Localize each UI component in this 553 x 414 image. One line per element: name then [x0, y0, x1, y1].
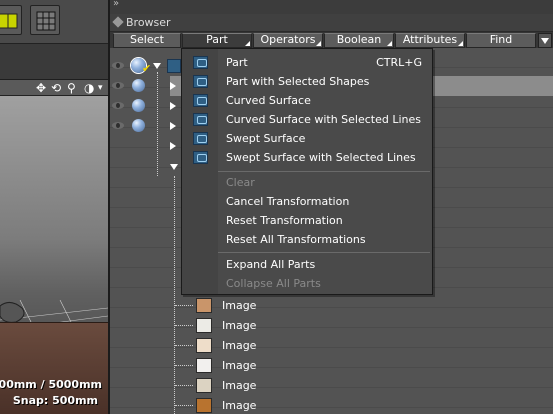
image-row[interactable]: Image: [170, 356, 553, 375]
menu-attributes[interactable]: Attributes: [395, 33, 465, 48]
menu-item-swept-surface[interactable]: Swept Surface: [182, 129, 432, 148]
shading-icon[interactable]: ◑: [84, 81, 94, 95]
menu-operators[interactable]: Operators: [253, 33, 323, 48]
triangle-down-icon: [541, 38, 549, 44]
single-view-icon: [0, 13, 18, 29]
image-row[interactable]: Image: [170, 396, 553, 414]
menu-item-part[interactable]: Part CTRL+G: [182, 53, 432, 72]
sphere-icon[interactable]: [132, 119, 145, 132]
curved-surface-icon: [193, 94, 208, 107]
grip-icon: »: [113, 0, 119, 9]
expand-open-icon[interactable]: [153, 63, 161, 69]
menu-select[interactable]: Select: [113, 33, 181, 48]
image-label: Image: [222, 319, 257, 332]
expand-open-icon[interactable]: [170, 164, 178, 170]
image-swatch: [196, 378, 212, 393]
viewport-subbar: [0, 44, 108, 80]
3d-viewport[interactable]: ✥ ⟲ ⚲ ◑ ▾ 1000mm / 5000mm Snap: 500mm: [0, 0, 108, 414]
snap-readout: Snap: 500mm: [12, 394, 98, 407]
menu-item-reset-transformation[interactable]: Reset Transformation: [182, 211, 432, 230]
swept-surface-icon: [193, 132, 208, 145]
eye-icon[interactable]: [112, 102, 124, 109]
image-label: Image: [222, 299, 257, 312]
image-row[interactable]: Image: [170, 336, 553, 355]
shortcut-label: CTRL+G: [376, 56, 422, 69]
image-swatch: [196, 318, 212, 333]
image-row[interactable]: Image: [170, 376, 553, 395]
image-label: Image: [222, 379, 257, 392]
image-label: Image: [222, 359, 257, 372]
menu-item-cancel-transformation[interactable]: Cancel Transformation: [182, 192, 432, 211]
part-icon: [167, 59, 181, 73]
panel-title: Browser: [126, 16, 171, 29]
swept-surface-lines-icon: [193, 151, 208, 164]
scale-readout: 1000mm / 5000mm: [0, 378, 102, 391]
check-icon: ✔: [142, 62, 152, 75]
sphere-icon[interactable]: [132, 79, 145, 92]
expand-closed-icon[interactable]: [170, 122, 176, 130]
quad-view-button[interactable]: [30, 5, 60, 35]
move-icon[interactable]: ✥: [36, 81, 46, 95]
image-swatch: [196, 298, 212, 313]
quad-view-icon: [36, 11, 56, 31]
panel-collapse-button[interactable]: [538, 33, 552, 48]
expand-closed-icon[interactable]: [170, 102, 176, 110]
part-icon: [193, 56, 208, 69]
part-selected-icon: [193, 75, 208, 88]
menu-item-curved-surface[interactable]: Curved Surface: [182, 91, 432, 110]
sphere-icon[interactable]: [132, 99, 145, 112]
image-label: Image: [222, 339, 257, 352]
menu-corner-icon: [458, 41, 463, 46]
menu-item-swept-surface-lines[interactable]: Swept Surface with Selected Lines: [182, 148, 432, 167]
menu-item-clear: Clear: [226, 176, 255, 189]
menu-corner-icon: [316, 41, 321, 46]
part-dropdown-menu: Part CTRL+G Part with Selected Shapes Cu…: [181, 48, 433, 295]
menu-item-collapse-all-parts: Collapse All Parts: [226, 277, 321, 290]
browser-menubar: Select Part Operators Boolean Attributes…: [110, 32, 553, 48]
menu-boolean[interactable]: Boolean: [324, 33, 394, 48]
menu-item-expand-all-parts[interactable]: Expand All Parts: [182, 255, 432, 274]
panel-diamond-icon[interactable]: [112, 16, 124, 28]
eye-icon[interactable]: [112, 82, 124, 89]
expand-closed-icon[interactable]: [170, 82, 176, 90]
single-view-button[interactable]: [0, 5, 22, 35]
menu-corner-icon: [245, 41, 250, 46]
viewport-tool-strip: ✥ ⟲ ⚲ ◑ ▾: [0, 80, 108, 96]
eye-icon[interactable]: [112, 122, 124, 129]
tree-guide: [157, 72, 158, 176]
viewport-toolbar: [0, 0, 108, 44]
image-row[interactable]: Image: [170, 296, 553, 315]
image-swatch: [196, 398, 212, 413]
menu-item-curved-surface-lines[interactable]: Curved Surface with Selected Lines: [182, 110, 432, 129]
image-swatch: [196, 338, 212, 353]
panel-grip[interactable]: »: [110, 0, 553, 14]
browser-titlebar[interactable]: Browser: [110, 14, 553, 32]
zoom-icon[interactable]: ⚲: [67, 81, 76, 95]
image-swatch: [196, 358, 212, 373]
menu-part[interactable]: Part: [182, 33, 252, 48]
menu-item-reset-all-transformations[interactable]: Reset All Transformations: [182, 230, 432, 249]
expand-closed-icon[interactable]: [170, 142, 176, 150]
image-label: Image: [222, 399, 257, 412]
rotate-icon[interactable]: ⟲: [51, 81, 61, 95]
menu-corner-icon: [387, 41, 392, 46]
eye-icon[interactable]: [112, 62, 124, 69]
image-row[interactable]: Image: [170, 316, 553, 335]
curved-surface-lines-icon: [193, 113, 208, 126]
menu-item-part-with-selected-shapes[interactable]: Part with Selected Shapes: [182, 72, 432, 91]
menu-separator: [218, 252, 430, 253]
menu-find[interactable]: Find: [466, 33, 536, 48]
chevron-down-icon[interactable]: ▾: [98, 81, 103, 95]
menu-separator: [218, 171, 430, 172]
